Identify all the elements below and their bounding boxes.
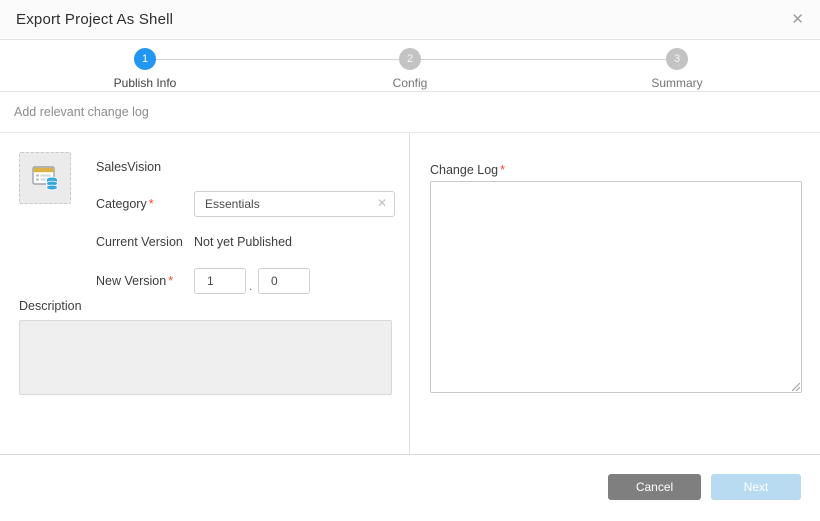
wizard-stepper: 1 Publish Info 2 Config 3 Summary bbox=[0, 40, 820, 92]
current-version-value: Not yet Published bbox=[194, 235, 292, 249]
step-2-circle: 2 bbox=[399, 48, 421, 70]
step-1-label: Publish Info bbox=[114, 76, 177, 90]
change-log-field-wrap bbox=[430, 181, 802, 393]
new-version-minor-input[interactable] bbox=[258, 268, 310, 294]
note-text: Add relevant change log bbox=[14, 105, 149, 119]
step-1-circle: 1 bbox=[134, 48, 156, 70]
new-version-label: New Version* bbox=[96, 274, 173, 288]
content-area: SalesVision Category* ✕ Current Version … bbox=[0, 133, 820, 455]
close-icon[interactable]: ✕ bbox=[791, 12, 804, 27]
step-2-label: Config bbox=[393, 76, 428, 90]
project-thumbnail bbox=[19, 152, 71, 204]
project-name: SalesVision bbox=[96, 160, 161, 174]
clear-category-icon[interactable]: ✕ bbox=[377, 197, 387, 210]
step-3-circle: 3 bbox=[666, 48, 688, 70]
dialog-title-bar: Export Project As Shell ✕ bbox=[0, 0, 820, 40]
change-log-panel: Change Log* bbox=[410, 133, 820, 454]
change-log-label: Change Log* bbox=[430, 163, 505, 177]
next-button[interactable]: Next bbox=[711, 474, 801, 500]
cancel-button[interactable]: Cancel bbox=[608, 474, 701, 500]
step-config[interactable]: 2 Config bbox=[340, 48, 480, 90]
publish-info-panel: SalesVision Category* ✕ Current Version … bbox=[0, 133, 410, 454]
required-asterisk: * bbox=[500, 163, 505, 177]
version-separator: . bbox=[249, 279, 252, 293]
required-asterisk: * bbox=[168, 274, 173, 288]
note-row: Add relevant change log bbox=[0, 92, 820, 133]
dialog-footer: Cancel Next bbox=[0, 455, 820, 519]
change-log-textarea[interactable] bbox=[430, 181, 802, 393]
category-input[interactable] bbox=[194, 191, 395, 217]
category-label: Category* bbox=[96, 197, 154, 211]
step-publish-info[interactable]: 1 Publish Info bbox=[75, 48, 215, 90]
current-version-label: Current Version bbox=[96, 235, 183, 249]
description-label: Description bbox=[19, 299, 82, 313]
required-asterisk: * bbox=[149, 197, 154, 211]
description-textarea bbox=[19, 320, 392, 395]
step-3-label: Summary bbox=[651, 76, 702, 90]
category-field-wrap: ✕ bbox=[194, 191, 395, 217]
step-summary[interactable]: 3 Summary bbox=[607, 48, 747, 90]
dialog-title: Export Project As Shell bbox=[16, 11, 173, 28]
new-version-major-input[interactable] bbox=[194, 268, 246, 294]
spreadsheet-with-database-icon bbox=[28, 161, 62, 195]
export-project-dialog: Export Project As Shell ✕ 1 Publish Info… bbox=[0, 0, 820, 521]
